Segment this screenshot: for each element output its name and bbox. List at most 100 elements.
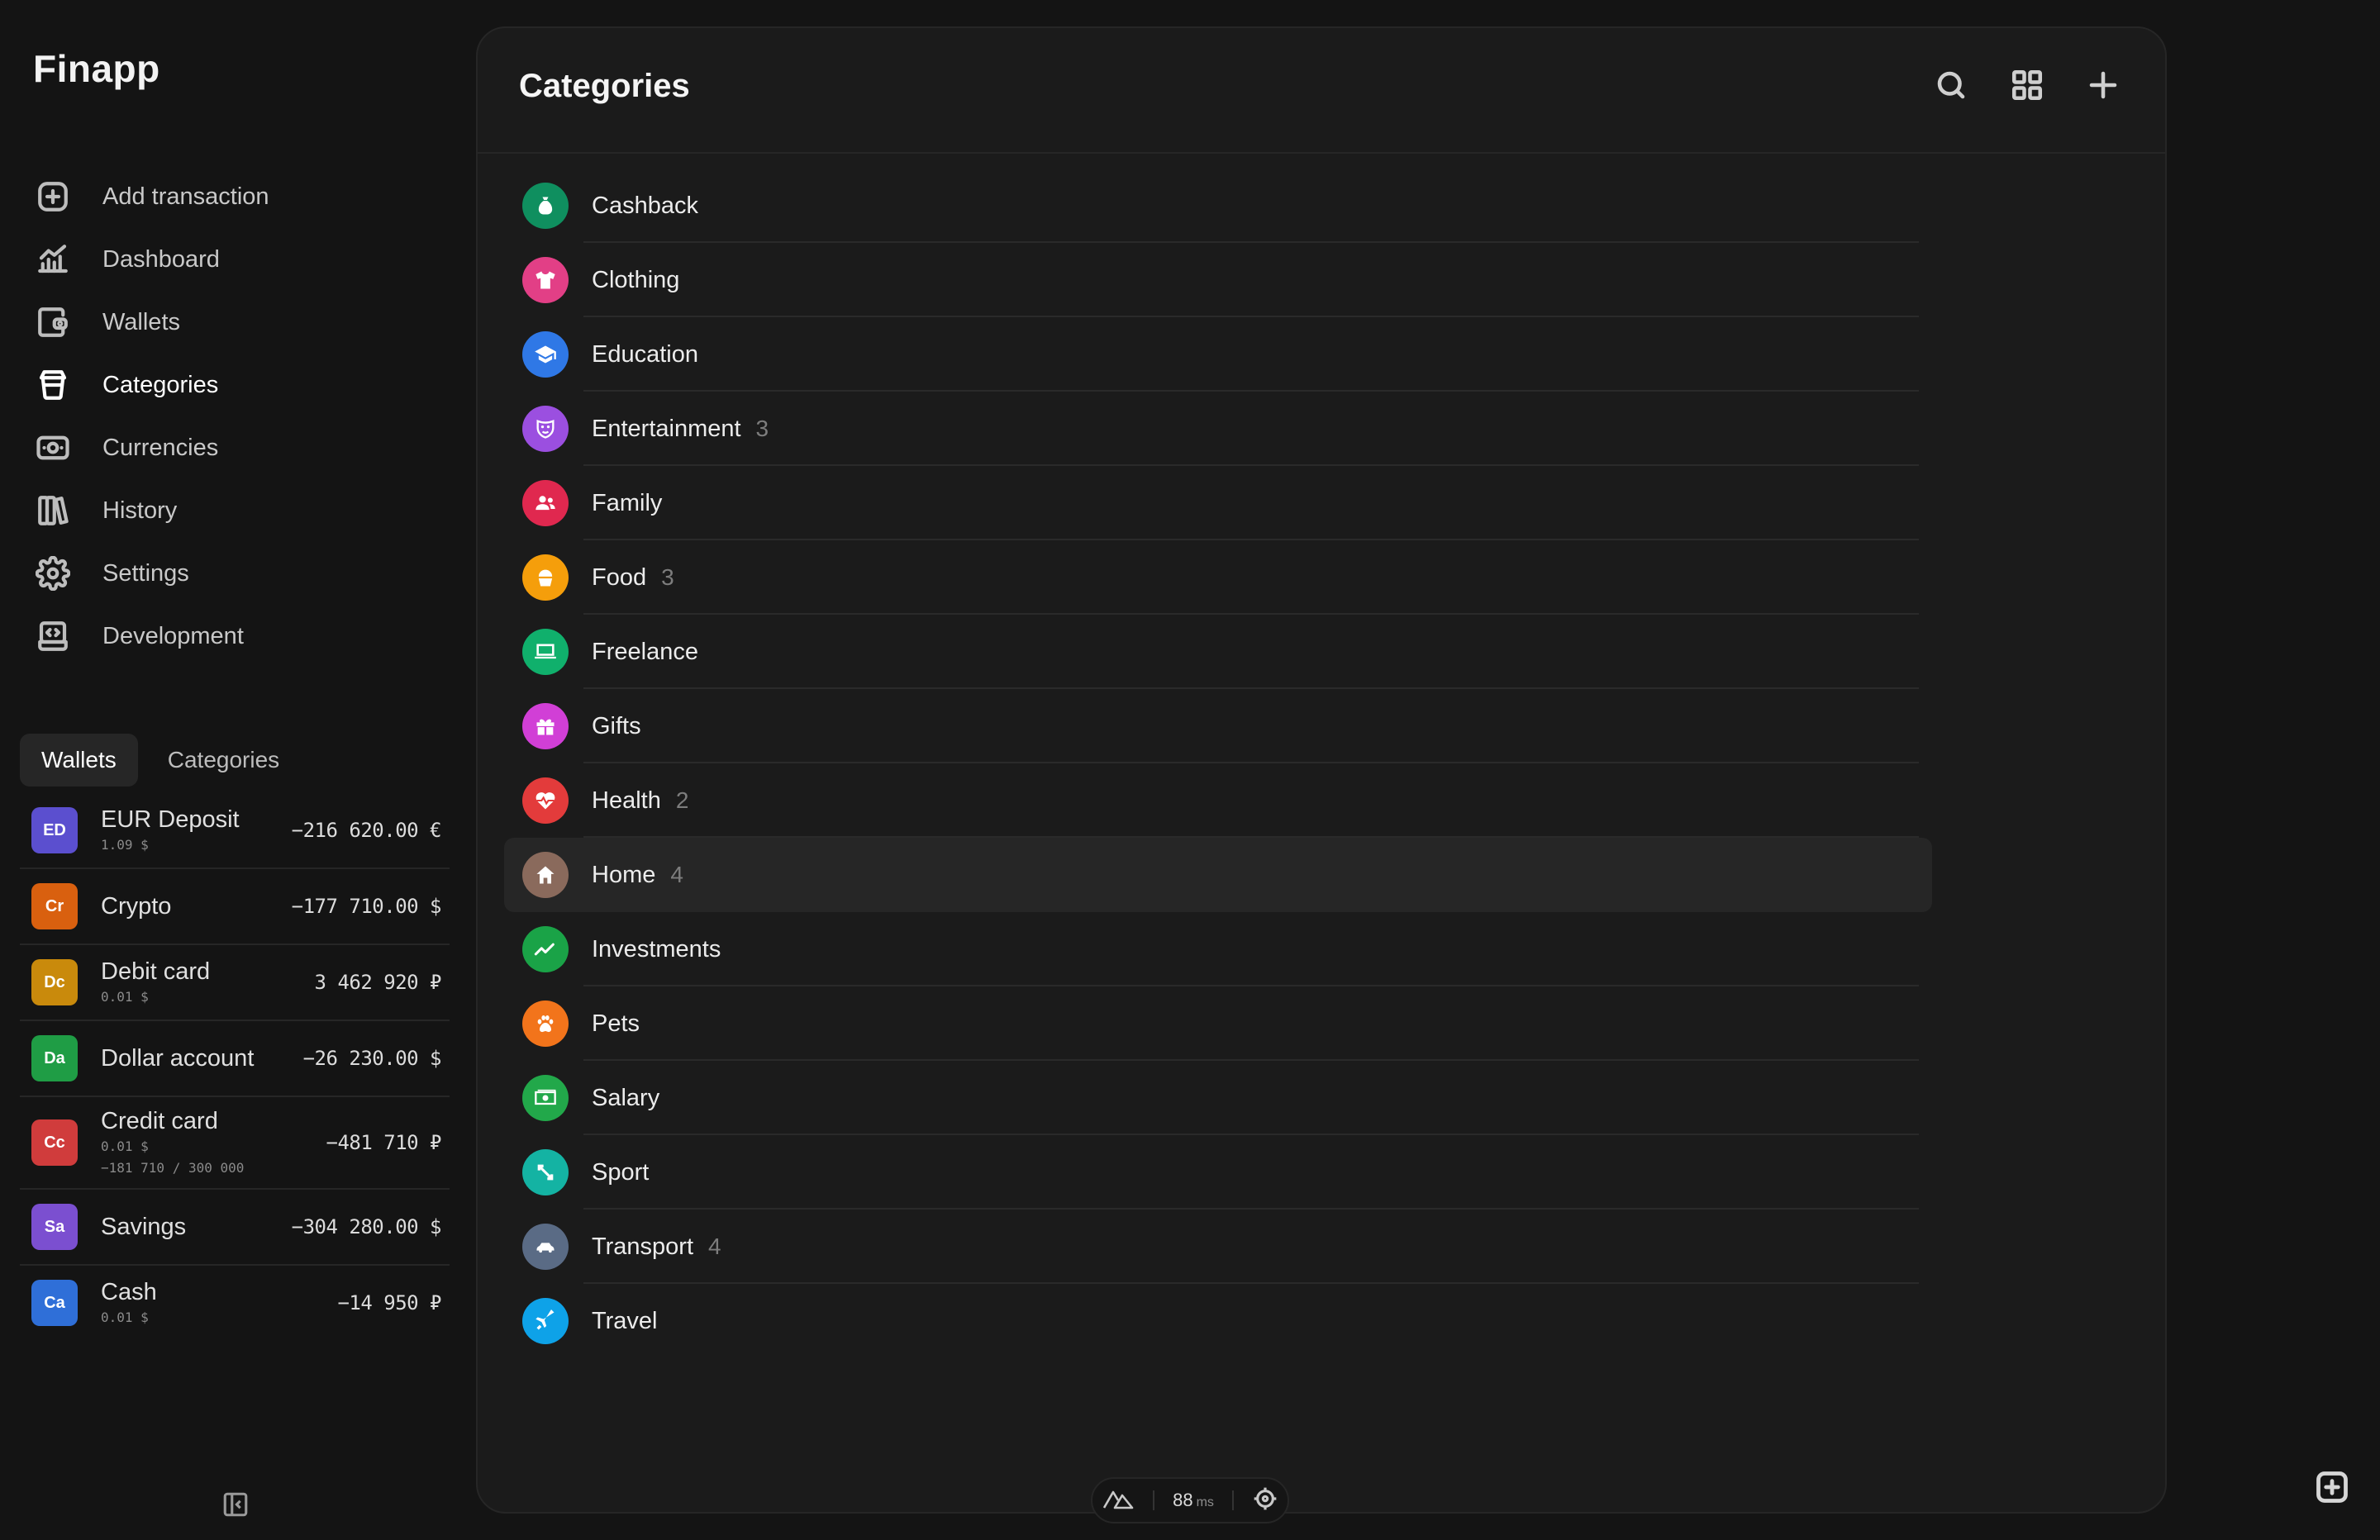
crosshair-icon[interactable] — [1252, 1485, 1278, 1516]
code-icon — [35, 618, 71, 654]
wallet-info: Credit card 0.01 $ −181 710 / 300 000 — [101, 1106, 326, 1179]
nuxt-logo-icon[interactable] — [1102, 1486, 1135, 1515]
category-name: Family — [592, 489, 663, 516]
wallet-list: ED EUR Deposit 1.09 $ −216 620.00 € Cr C… — [20, 793, 450, 1340]
tab-wallets[interactable]: Wallets — [20, 734, 138, 787]
category-item[interactable]: Entertainment 3 — [504, 392, 1932, 466]
category-item[interactable]: Family — [504, 466, 1932, 540]
category-list: Cashback Clothing Education Entertainmen… — [504, 169, 1932, 1358]
grid-view-button[interactable] — [2008, 66, 2046, 104]
category-name: Transport — [592, 1233, 694, 1260]
category-name: Investments — [592, 935, 721, 962]
wallet-name: Credit card — [101, 1108, 218, 1134]
wallet-info: Debit card 0.01 $ — [101, 957, 315, 1008]
category-name: Travel — [592, 1307, 658, 1334]
categories-icon — [35, 367, 71, 403]
wallet-amount: −304 280.00 $ — [291, 1215, 442, 1238]
category-name: Entertainment — [592, 415, 741, 442]
chart-icon — [35, 241, 71, 278]
add-category-button[interactable] — [2084, 66, 2122, 104]
sidebar: Finapp Add transaction Dashboard Wallets… — [0, 0, 463, 1540]
money-bag-icon — [522, 183, 569, 229]
category-item[interactable]: Freelance — [504, 615, 1932, 689]
wallet-rate: 0.01 $ — [101, 989, 149, 1005]
wallet-item-savings[interactable]: Sa Savings −304 280.00 $ — [20, 1190, 450, 1266]
category-item[interactable]: Sport — [504, 1135, 1932, 1210]
divider — [1153, 1490, 1155, 1510]
wallet-item-eur-deposit[interactable]: ED EUR Deposit 1.09 $ −216 620.00 € — [20, 793, 450, 869]
wallet-amount: −177 710.00 $ — [291, 895, 442, 918]
books-icon — [35, 492, 71, 529]
category-name: Home — [592, 861, 656, 888]
nav-dashboard[interactable]: Dashboard — [20, 228, 450, 291]
nav-label: Add transaction — [102, 183, 269, 210]
wallet-item-dollar-account[interactable]: Da Dollar account −26 230.00 $ — [20, 1021, 450, 1097]
cupcake-icon — [522, 554, 569, 601]
category-item[interactable]: Gifts — [504, 689, 1932, 763]
search-button[interactable] — [1932, 66, 1970, 104]
render-time: 88 ms — [1173, 1490, 1214, 1511]
add-transaction-button[interactable] — [2314, 1469, 2352, 1507]
category-item[interactable]: Investments — [504, 912, 1932, 986]
category-count: 4 — [670, 862, 683, 887]
category-item[interactable]: Food 3 — [504, 540, 1932, 615]
wallet-amount: −216 620.00 € — [291, 819, 442, 842]
category-item[interactable]: Salary — [504, 1061, 1932, 1135]
category-name: Health — [592, 787, 661, 814]
mask-icon — [522, 406, 569, 452]
wallet-item-credit-card[interactable]: Cc Credit card 0.01 $ −181 710 / 300 000… — [20, 1097, 450, 1190]
page-title: Categories — [519, 68, 690, 104]
heartbeat-icon — [522, 777, 569, 824]
gift-icon — [522, 703, 569, 749]
nav-label: Settings — [102, 559, 189, 587]
wallet-name: Dollar account — [101, 1045, 255, 1072]
wallet-amount: −26 230.00 $ — [302, 1047, 442, 1070]
header-actions — [1932, 66, 2122, 104]
plus-icon — [2089, 71, 2117, 99]
category-count: 4 — [708, 1233, 721, 1259]
car-icon — [522, 1224, 569, 1270]
category-item[interactable]: Health 2 — [504, 763, 1932, 838]
wallet-item-debit-card[interactable]: Dc Debit card 0.01 $ 3 462 920 ₽ — [20, 945, 450, 1021]
nav-wallets[interactable]: Wallets — [20, 291, 450, 354]
wallet-info: EUR Deposit 1.09 $ — [101, 805, 292, 856]
category-item[interactable]: Transport 4 — [504, 1210, 1932, 1284]
banknote-icon — [522, 1075, 569, 1121]
wallet-amount: 3 462 920 ₽ — [314, 971, 442, 994]
wallet-rate: 1.09 $ — [101, 837, 149, 853]
nav-currencies[interactable]: Currencies — [20, 416, 450, 479]
tab-categories[interactable]: Categories — [146, 734, 301, 787]
plus-square-icon — [2316, 1471, 2348, 1503]
panel-header: Categories — [478, 28, 2165, 154]
plane-icon — [522, 1298, 569, 1344]
wallet-item-crypto[interactable]: Cr Crypto −177 710.00 $ — [20, 869, 450, 945]
wallet-badge: Sa — [31, 1204, 78, 1250]
wallet-item-cash[interactable]: Ca Cash 0.01 $ −14 950 ₽ — [20, 1266, 450, 1340]
nav-label: Categories — [102, 371, 219, 398]
render-time-value: 88 — [1173, 1490, 1193, 1510]
category-item[interactable]: Pets — [504, 986, 1932, 1061]
nav-development[interactable]: Development — [20, 605, 450, 668]
category-item[interactable]: Clothing — [504, 243, 1932, 317]
category-item-selected[interactable]: Home 4 — [504, 838, 1932, 912]
wallet-badge: Cc — [31, 1119, 78, 1166]
wallet-info: Dollar account — [101, 1043, 303, 1073]
nav-label: Development — [102, 622, 244, 649]
wallet-info: Cash 0.01 $ — [101, 1277, 337, 1328]
nav-history[interactable]: History — [20, 479, 450, 542]
nav-settings[interactable]: Settings — [20, 542, 450, 605]
category-item[interactable]: Cashback — [504, 169, 1932, 243]
house-icon — [522, 852, 569, 898]
category-item[interactable]: Education — [504, 317, 1932, 392]
divider — [1231, 1490, 1234, 1510]
collapse-sidebar-button[interactable] — [221, 1490, 251, 1520]
sidebar-nav: Add transaction Dashboard Wallets Catego… — [20, 165, 450, 668]
nav-categories[interactable]: Categories — [20, 354, 450, 416]
category-name: Salary — [592, 1084, 660, 1111]
plus-square-icon — [35, 178, 71, 215]
banknote-icon — [35, 430, 71, 466]
nav-add-transaction[interactable]: Add transaction — [20, 165, 450, 228]
nav-label: Dashboard — [102, 245, 220, 273]
wallet-amount: −481 710 ₽ — [326, 1131, 442, 1154]
category-item[interactable]: Travel — [504, 1284, 1932, 1358]
